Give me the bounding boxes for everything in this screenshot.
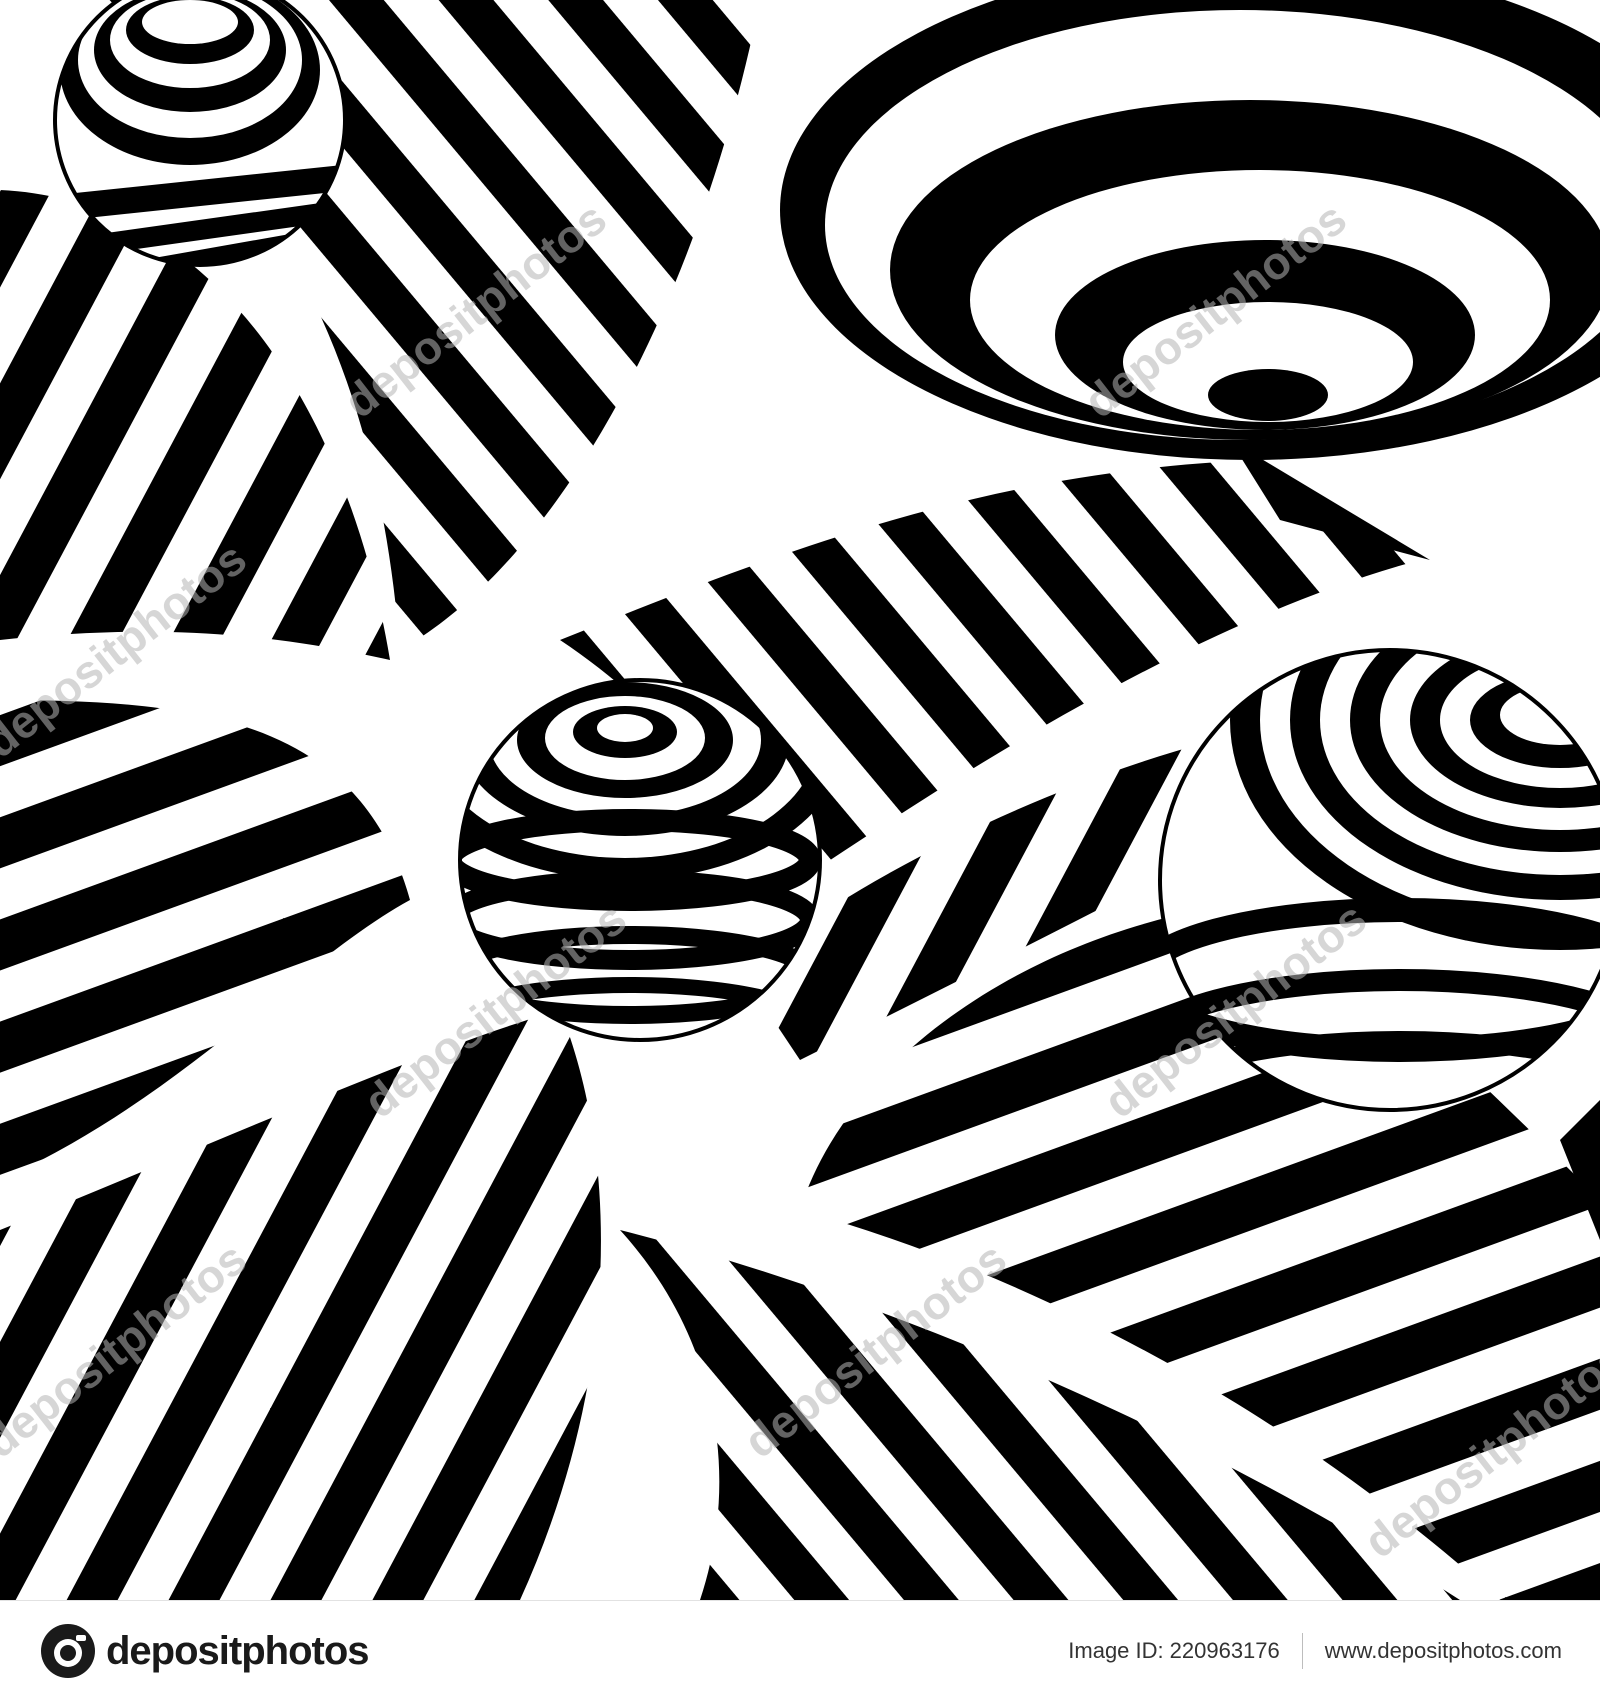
image-id-label: Image ID: — [1068, 1638, 1164, 1663]
image-meta: Image ID: 220963176 www.depositphotos.co… — [1068, 1631, 1562, 1671]
image-id-value: 220963176 — [1169, 1638, 1280, 1663]
stock-footer-bar: depositphotos Image ID: 220963176 www.de… — [0, 1600, 1600, 1700]
striped-disc-top-right — [780, 0, 1600, 460]
depositphotos-camera-icon — [41, 1624, 95, 1678]
divider — [1301, 1633, 1303, 1669]
depositphotos-logo[interactable]: depositphotos — [40, 1623, 370, 1679]
site-url-link[interactable]: www.depositphotos.com — [1325, 1638, 1562, 1664]
op-art-illustration: depositphotos depositphotos depositphoto… — [0, 0, 1600, 1600]
logo-text: depositphotos — [106, 1628, 370, 1673]
op-art-svg: depositphotos depositphotos depositphoto… — [0, 0, 1600, 1600]
